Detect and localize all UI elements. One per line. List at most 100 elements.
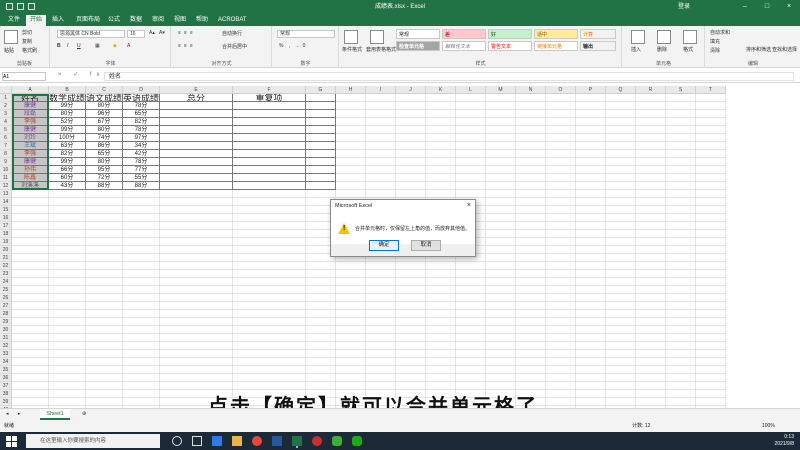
grid-cell[interactable] bbox=[666, 102, 696, 110]
grid-cell[interactable] bbox=[426, 326, 456, 334]
row-header[interactable]: 13 bbox=[0, 190, 12, 198]
grid-cell[interactable] bbox=[160, 270, 233, 278]
grid-cell[interactable] bbox=[123, 334, 160, 342]
grid-cell[interactable] bbox=[426, 262, 456, 270]
system-clock[interactable]: 0:13 2021/9/8 bbox=[775, 434, 794, 448]
grid-cell[interactable] bbox=[546, 342, 576, 350]
grid-cell[interactable] bbox=[456, 374, 486, 382]
grid-cell[interactable] bbox=[486, 206, 516, 214]
grid-cell[interactable] bbox=[426, 142, 456, 150]
grid-cell[interactable] bbox=[606, 390, 636, 398]
grid-cell[interactable] bbox=[86, 382, 123, 390]
grid-cell[interactable] bbox=[456, 102, 486, 110]
grid-cell[interactable] bbox=[49, 206, 86, 214]
grid-cell[interactable] bbox=[233, 326, 306, 334]
grid-cell[interactable] bbox=[546, 126, 576, 134]
grid-cell[interactable] bbox=[546, 246, 576, 254]
duplicate-cell[interactable] bbox=[233, 102, 306, 110]
grid-cell[interactable] bbox=[666, 246, 696, 254]
grid-cell[interactable] bbox=[576, 382, 606, 390]
grid-cell[interactable] bbox=[696, 310, 726, 318]
column-header[interactable]: M bbox=[486, 86, 516, 94]
excel-icon[interactable] bbox=[292, 436, 302, 446]
grid-cell[interactable] bbox=[486, 110, 516, 118]
grid-cell[interactable] bbox=[516, 190, 546, 198]
grid-cell[interactable] bbox=[160, 374, 233, 382]
grid-cell[interactable] bbox=[666, 222, 696, 230]
duplicate-cell[interactable] bbox=[306, 126, 336, 134]
grid-cell[interactable] bbox=[49, 294, 86, 302]
media-player-icon[interactable] bbox=[312, 436, 322, 446]
grid-cell[interactable] bbox=[606, 302, 636, 310]
file-explorer-icon[interactable] bbox=[232, 436, 242, 446]
shrink-font-icon[interactable]: A▾ bbox=[159, 30, 165, 36]
sheet-tab-sheet1[interactable]: Sheet1 bbox=[40, 409, 70, 420]
grid-cell[interactable] bbox=[486, 334, 516, 342]
grid-cell[interactable] bbox=[666, 182, 696, 190]
grid-cell[interactable] bbox=[516, 126, 546, 134]
style-normal[interactable]: 常规 bbox=[396, 29, 440, 39]
grid-cell[interactable] bbox=[696, 286, 726, 294]
total-cell[interactable] bbox=[160, 158, 233, 166]
grid-cell[interactable] bbox=[336, 142, 366, 150]
grid-cell[interactable] bbox=[306, 310, 336, 318]
chinese-cell[interactable]: 74分 bbox=[86, 134, 123, 142]
column-header[interactable]: S bbox=[666, 86, 696, 94]
math-cell[interactable]: 66分 bbox=[49, 166, 86, 174]
grid-cell[interactable] bbox=[160, 278, 233, 286]
grid-cell[interactable] bbox=[606, 382, 636, 390]
row-header[interactable]: 33 bbox=[0, 350, 12, 358]
grid-cell[interactable] bbox=[606, 278, 636, 286]
math-cell[interactable]: 43分 bbox=[49, 182, 86, 190]
grid-cell[interactable] bbox=[636, 102, 666, 110]
grid-cell[interactable] bbox=[546, 206, 576, 214]
duplicate-cell[interactable] bbox=[306, 134, 336, 142]
grid-cell[interactable] bbox=[123, 310, 160, 318]
row-header[interactable]: 30 bbox=[0, 326, 12, 334]
grid-cell[interactable] bbox=[426, 110, 456, 118]
grid-cell[interactable] bbox=[516, 254, 546, 262]
row-header[interactable]: 12 bbox=[0, 182, 12, 190]
grid-cell[interactable] bbox=[666, 198, 696, 206]
grid-cell[interactable] bbox=[123, 230, 160, 238]
column-header[interactable]: A bbox=[12, 86, 49, 94]
grid-cell[interactable] bbox=[426, 294, 456, 302]
english-cell[interactable]: 78分 bbox=[123, 126, 160, 134]
column-header[interactable]: L bbox=[456, 86, 486, 94]
duplicate-cell[interactable] bbox=[233, 150, 306, 158]
grid-cell[interactable] bbox=[336, 134, 366, 142]
grid-cell[interactable] bbox=[396, 294, 426, 302]
grid-cell[interactable] bbox=[636, 302, 666, 310]
grid-cell[interactable] bbox=[366, 102, 396, 110]
grid-cell[interactable] bbox=[123, 366, 160, 374]
chinese-cell[interactable]: 67分 bbox=[86, 118, 123, 126]
grid-cell[interactable] bbox=[123, 286, 160, 294]
row-header[interactable]: 11 bbox=[0, 174, 12, 182]
grid-cell[interactable] bbox=[696, 94, 726, 102]
grid-cell[interactable] bbox=[426, 270, 456, 278]
column-header[interactable]: P bbox=[576, 86, 606, 94]
grid-cell[interactable] bbox=[396, 158, 426, 166]
english-cell[interactable]: 34分 bbox=[123, 142, 160, 150]
grid-cell[interactable] bbox=[666, 230, 696, 238]
math-cell[interactable]: 99分 bbox=[49, 102, 86, 110]
grid-cell[interactable] bbox=[86, 278, 123, 286]
grid-cell[interactable] bbox=[516, 206, 546, 214]
grid-cell[interactable] bbox=[396, 182, 426, 190]
grid-cell[interactable] bbox=[606, 118, 636, 126]
grid-cell[interactable] bbox=[233, 382, 306, 390]
grid-cell[interactable] bbox=[546, 398, 576, 406]
grid-cell[interactable] bbox=[666, 118, 696, 126]
name-cell[interactable]: 陈鑫 bbox=[12, 174, 49, 182]
header-name[interactable]: 姓名 bbox=[12, 94, 49, 102]
row-header[interactable]: 26 bbox=[0, 294, 12, 302]
grid-cell[interactable] bbox=[306, 270, 336, 278]
border-icon[interactable]: ▦ bbox=[95, 43, 100, 49]
grid-cell[interactable] bbox=[426, 102, 456, 110]
grid-cell[interactable] bbox=[486, 126, 516, 134]
grid-cell[interactable] bbox=[396, 150, 426, 158]
name-cell[interactable]: 康健 bbox=[12, 126, 49, 134]
name-cell[interactable]: 李强 bbox=[12, 150, 49, 158]
grid-cell[interactable] bbox=[696, 270, 726, 278]
grid-cell[interactable] bbox=[336, 358, 366, 366]
